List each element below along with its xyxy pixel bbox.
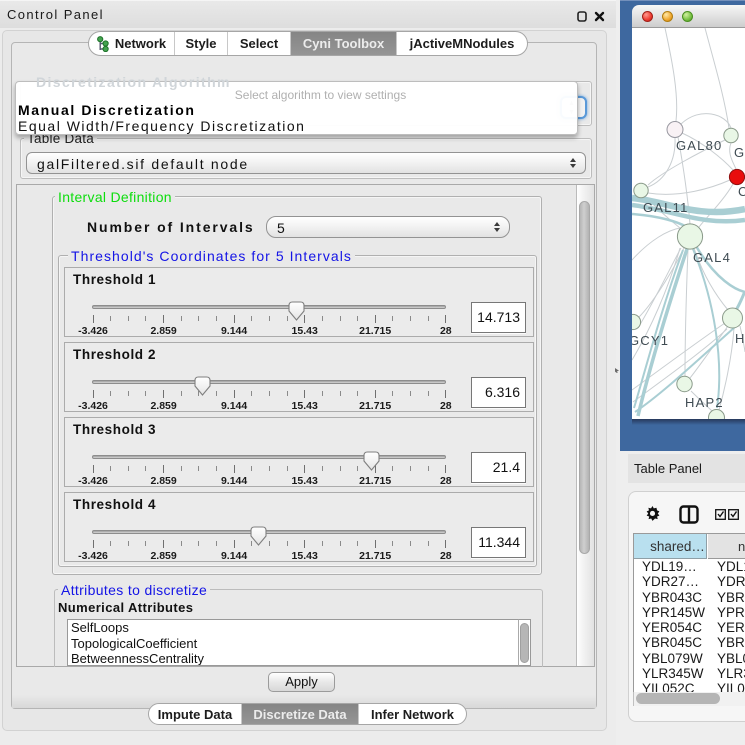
svg-text:GA: GA xyxy=(734,145,745,160)
svg-text:HAP2: HAP2 xyxy=(685,395,724,410)
svg-text:H: H xyxy=(735,331,745,346)
svg-text:GAL4: GAL4 xyxy=(693,250,731,265)
svg-text:GCY1: GCY1 xyxy=(632,333,669,348)
svg-text:C: C xyxy=(738,184,745,199)
svg-text:GAL80: GAL80 xyxy=(676,138,722,153)
svg-text:GAL11: GAL11 xyxy=(643,200,689,215)
